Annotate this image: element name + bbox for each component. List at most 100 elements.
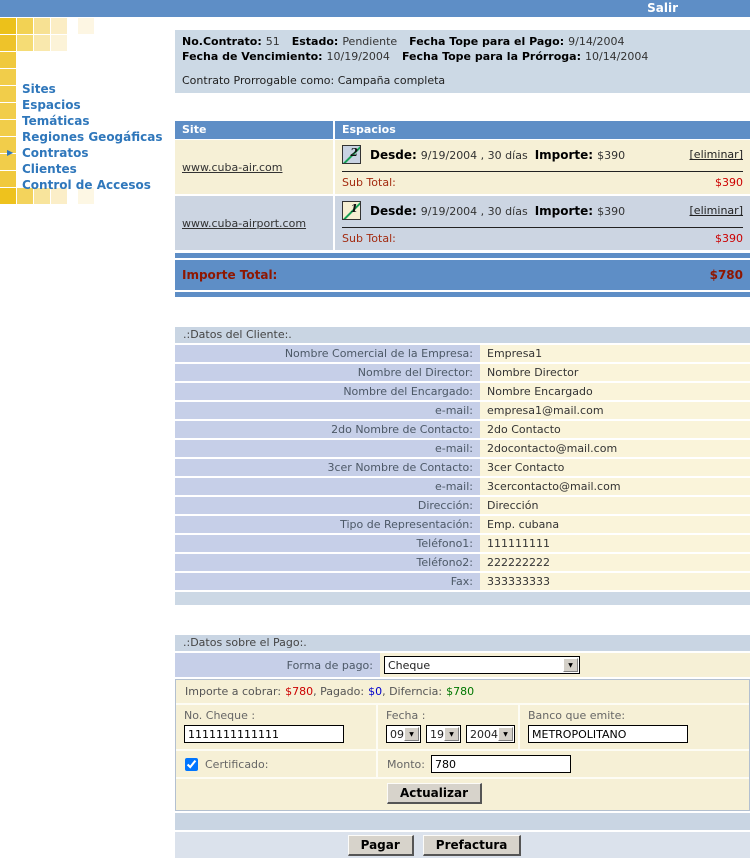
sidebar-item-label: Contratos [22, 146, 88, 160]
client-row: Dirección:Dirección [175, 497, 750, 514]
sidebar-item-clientes[interactable]: Clientes [0, 161, 174, 177]
client-row-label: e-mail: [175, 478, 480, 495]
sites-table-header: Site Espacios [175, 121, 750, 139]
client-section-footer [175, 592, 750, 605]
fecha-month-select[interactable]: 09▼ [386, 725, 421, 743]
certificado-row: Certificado: Monto: [176, 751, 749, 779]
client-row-label: Teléfono2: [175, 554, 480, 571]
client-row-label: Fax: [175, 573, 480, 590]
sidebar-item-contratos[interactable]: ▶ Contratos [0, 145, 174, 161]
client-row: Nombre del Encargado:Nombre Encargado [175, 383, 750, 400]
active-item-arrow-icon: ▶ [7, 145, 13, 161]
diferencia-value: $780 [446, 685, 474, 698]
certificado-label: Certificado: [205, 758, 268, 771]
fecha-day-select[interactable]: 19▼ [426, 725, 461, 743]
client-row-value: 2docontacto@mail.com [480, 440, 750, 457]
column-header-site: Site [175, 121, 335, 139]
client-row: 3cer Nombre de Contacto:3cer Contacto [175, 459, 750, 476]
client-row-value: 111111111 [480, 535, 750, 552]
importe-a-cobrar-label: Importe a cobrar: [185, 685, 281, 698]
section-title: .:Datos sobre el Pago:. [175, 635, 750, 651]
sidebar-item-espacios[interactable]: Espacios [0, 97, 174, 113]
subtotal-row: Sub Total: $390 [342, 228, 743, 248]
diferencia-label: , Diferncia: [382, 685, 442, 698]
contract-status: Estado:Pendiente [292, 35, 397, 48]
espacio-details: Desde:9/19/2004 , 30 díasImporte:$390 [370, 204, 625, 218]
sidebar-item-label: Clientes [22, 162, 77, 176]
no-cheque-input[interactable] [184, 725, 344, 743]
sites-table: Site Espacios www.cuba-air.com 2 Desde:9… [175, 121, 750, 297]
client-row-label: Teléfono1: [175, 535, 480, 552]
footer-buttons-row: Pagar Prefactura [175, 832, 750, 858]
client-row-value: 3cer Contacto [480, 459, 750, 476]
client-row-value: Nombre Director [480, 364, 750, 381]
site-link[interactable]: www.cuba-air.com [182, 161, 283, 174]
certificado-checkbox[interactable] [185, 758, 198, 771]
banco-label: Banco que emite: [528, 709, 741, 722]
section-title: .:Datos del Cliente:. [175, 327, 750, 343]
contract-info-box: No.Contrato:51Estado:PendienteFecha Tope… [175, 30, 750, 93]
sidebar-menu: Sites Espacios Temáticas Regiones Geogáf… [0, 81, 174, 193]
client-row-label: e-mail: [175, 440, 480, 457]
importe-total-value: $780 [710, 268, 743, 282]
client-row-label: Nombre del Encargado: [175, 383, 480, 400]
forma-de-pago-label: Forma de pago: [175, 653, 380, 677]
client-row-value: Empresa1 [480, 345, 750, 362]
sidebar-item-label: Control de Accesos [22, 178, 151, 192]
monto-input[interactable] [431, 755, 571, 773]
dropdown-arrow-icon: ▼ [444, 727, 459, 741]
importe-total-label: Importe Total: [182, 268, 277, 282]
forma-de-pago-row: Forma de pago: Cheque ▼ [175, 653, 750, 677]
salir-link[interactable]: Salir [647, 1, 678, 15]
no-cheque-label: No. Cheque : [184, 709, 368, 722]
eliminar-link[interactable]: [eliminar] [690, 204, 743, 217]
client-row-label: Nombre del Director: [175, 364, 480, 381]
monto-label: Monto: [387, 758, 425, 771]
sidebar-item-sites[interactable]: Sites [0, 81, 174, 97]
prefactura-button[interactable]: Prefactura [423, 835, 522, 856]
client-row: Teléfono2:222222222 [175, 554, 750, 571]
sidebar-item-label: Espacios [22, 98, 81, 112]
espacio-status-icon: 1 [342, 201, 361, 220]
client-row-label: Dirección: [175, 497, 480, 514]
client-row-label: Nombre Comercial de la Empresa: [175, 345, 480, 362]
column-header-espacios: Espacios [335, 121, 750, 139]
fecha-year-select[interactable]: 2004▼ [466, 725, 515, 743]
client-row-value: 2do Contacto [480, 421, 750, 438]
contract-extendable-note: Contrato Prorrogable como: Campaña compl… [182, 74, 743, 87]
eliminar-link[interactable]: [eliminar] [690, 148, 743, 161]
client-row: Tipo de Representación:Emp. cubana [175, 516, 750, 533]
client-row-label: 2do Nombre de Contacto: [175, 421, 480, 438]
client-row: 2do Nombre de Contacto:2do Contacto [175, 421, 750, 438]
espacio-details: Desde:9/19/2004 , 30 díasImporte:$390 [370, 148, 625, 162]
dropdown-arrow-icon: ▼ [498, 727, 513, 741]
client-row-value: Dirección [480, 497, 750, 514]
client-row: Nombre Comercial de la Empresa:Empresa1 [175, 345, 750, 362]
client-row-value: 222222222 [480, 554, 750, 571]
actualizar-button[interactable]: Actualizar [387, 783, 482, 804]
sidebar-item-label: Temáticas [22, 114, 90, 128]
fecha-label: Fecha : [386, 709, 510, 722]
top-bar: Salir [0, 0, 750, 17]
sidebar-item-tematicas[interactable]: Temáticas [0, 113, 174, 129]
expiration-date: Fecha de Vencimiento:10/19/2004 [182, 50, 390, 63]
sidebar-item-control-de-accesos[interactable]: Control de Accesos [0, 177, 174, 193]
sidebar-item-label: Sites [22, 82, 56, 96]
site-link[interactable]: www.cuba-airport.com [182, 217, 306, 230]
client-row: Teléfono1:111111111 [175, 535, 750, 552]
importe-total-row: Importe Total: $780 [175, 253, 750, 297]
importe-a-cobrar-value: $780 [285, 685, 313, 698]
forma-de-pago-select[interactable]: Cheque ▼ [384, 656, 580, 674]
table-row: www.cuba-air.com 2 Desde:9/19/2004 , 30 … [175, 140, 750, 194]
banco-input[interactable] [528, 725, 688, 743]
sidebar-item-regiones-geograficas[interactable]: Regiones Geogáficas [0, 129, 174, 145]
espacios-cell: 1 Desde:9/19/2004 , 30 díasImporte:$390 … [335, 196, 750, 250]
sidebar-decoration [0, 18, 16, 34]
client-row: e-mail:empresa1@mail.com [175, 402, 750, 419]
espacio-entry: 1 Desde:9/19/2004 , 30 díasImporte:$390 … [342, 201, 743, 228]
spacer-band [175, 813, 750, 830]
client-row-value: empresa1@mail.com [480, 402, 750, 419]
pagar-button[interactable]: Pagar [348, 835, 414, 856]
dropdown-arrow-icon: ▼ [404, 727, 419, 741]
client-row-label: e-mail: [175, 402, 480, 419]
